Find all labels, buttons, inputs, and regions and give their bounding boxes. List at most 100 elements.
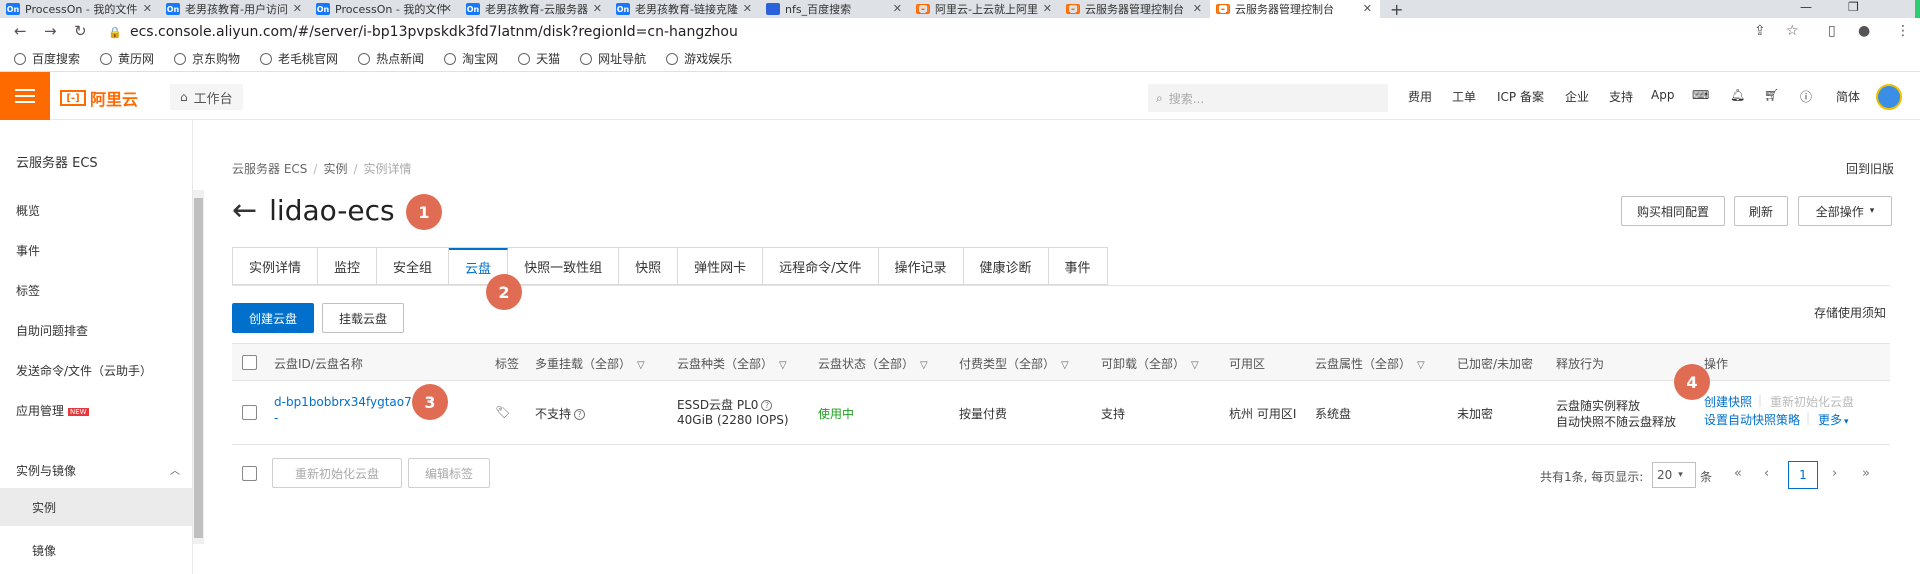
bookmark-star-icon[interactable]: ☆	[1786, 23, 1799, 39]
tab-snapshots[interactable]: 快照	[619, 248, 679, 284]
tab-health-diagnosis[interactable]: 健康诊断	[963, 248, 1049, 284]
disk-id-link[interactable]: d-bp1bobbrx34fygtao7d5	[274, 395, 427, 409]
bookmark-item[interactable]: 淘宝网	[444, 50, 498, 67]
tab-events[interactable]: 事件	[1048, 248, 1108, 284]
share-icon[interactable]: ⇪	[1754, 23, 1766, 39]
sidebar-item-overview[interactable]: 概览	[16, 202, 40, 219]
close-icon[interactable]: ✕	[1193, 2, 1202, 15]
filter-icon[interactable]: ▽	[1191, 360, 1199, 371]
sidebar-item-troubleshoot[interactable]: 自助问题排查	[16, 322, 88, 339]
cart-icon[interactable]: 🛒︎	[1764, 88, 1779, 102]
browser-tab[interactable]: [-] 云服务器管理控制台 ✕	[1060, 0, 1210, 18]
tab-snapshot-consistency-groups[interactable]: 快照一致性组	[508, 248, 620, 284]
restore-icon[interactable]: ❐	[1848, 0, 1859, 14]
nav-icp[interactable]: ICP 备案	[1497, 88, 1544, 105]
breadcrumb-instances[interactable]: 实例	[323, 162, 347, 176]
aliyun-logo[interactable]: [-] 阿里云	[60, 86, 138, 110]
reload-icon[interactable]: ↻	[74, 22, 87, 40]
hamburger-menu-icon[interactable]	[0, 72, 50, 120]
scrollbar-thumb[interactable]	[194, 198, 203, 538]
address-bar[interactable]: 🔒 ecs.console.aliyun.com/#/server/i-bp13…	[108, 21, 1762, 43]
terminal-icon[interactable]: ⌨	[1692, 88, 1709, 102]
buy-same-config-button[interactable]: 购买相同配置	[1621, 196, 1725, 226]
page-size-select[interactable]: 20 ▾	[1652, 462, 1696, 488]
col-multi-attach[interactable]: 多重挂载（全部） ▽	[535, 355, 645, 372]
close-icon[interactable]: ✕	[593, 2, 602, 15]
bookmark-item[interactable]: 京东购物	[174, 50, 240, 67]
sidebar-group-instances-images[interactable]: 实例与镜像 ︿	[16, 462, 180, 479]
browser-tab[interactable]: On 老男孩教育-云服务器 ✕	[460, 0, 610, 18]
tab-eni[interactable]: 弹性网卡	[678, 248, 764, 284]
breadcrumb-ecs[interactable]: 云服务器 ECS	[232, 162, 307, 176]
next-page-icon[interactable]: ›	[1832, 466, 1837, 481]
browser-tab-active[interactable]: [-] 云服务器管理控制台 ✕	[1210, 0, 1380, 18]
close-icon[interactable]: ✕	[143, 2, 152, 15]
bookmark-item[interactable]: 热点新闻	[358, 50, 424, 67]
minimize-icon[interactable]: —	[1800, 0, 1812, 14]
sidebar-item-events[interactable]: 事件	[16, 242, 40, 259]
sidebar-item-instances[interactable]: 实例	[0, 488, 192, 526]
auto-snapshot-policy-link[interactable]: 设置自动快照策略	[1704, 411, 1800, 428]
tab-monitoring[interactable]: 监控	[318, 248, 378, 284]
close-icon[interactable]: ✕	[293, 2, 302, 15]
profile-icon[interactable]: ●	[1858, 23, 1870, 39]
filter-icon[interactable]: ▽	[1061, 360, 1069, 371]
bookmark-item[interactable]: 网址导航	[580, 50, 646, 67]
col-detachable[interactable]: 可卸载（全部） ▽	[1101, 355, 1199, 372]
col-attribute[interactable]: 云盘属性（全部） ▽	[1315, 355, 1425, 372]
bookmark-item[interactable]: 黄历网	[100, 50, 154, 67]
col-disk-type[interactable]: 云盘种类（全部） ▽	[677, 355, 787, 372]
help-icon[interactable]: ?	[574, 409, 586, 420]
browser-tab[interactable]: On ProcessOn - 我的文件 ✕	[0, 0, 160, 18]
tab-remote-commands[interactable]: 远程命令/文件	[763, 248, 879, 284]
browser-tab[interactable]: On 老男孩教育-链接克隆 ✕	[610, 0, 760, 18]
tab-instance-details[interactable]: 实例详情	[233, 248, 319, 284]
avatar[interactable]	[1876, 84, 1902, 110]
nav-support[interactable]: 支持	[1609, 88, 1633, 105]
back-icon[interactable]: ←	[14, 22, 27, 40]
storage-notice-link[interactable]: 存储使用须知	[1814, 304, 1886, 321]
browser-tab[interactable]: nfs_百度搜索 ✕	[760, 0, 910, 18]
nav-fees[interactable]: 费用	[1408, 88, 1432, 105]
nav-tickets[interactable]: 工单	[1452, 88, 1476, 105]
bell-icon[interactable]: 🔔︎	[1730, 88, 1745, 102]
page-number-current[interactable]: 1	[1788, 461, 1818, 489]
menu-icon[interactable]: ⋮	[1896, 23, 1910, 39]
refresh-button[interactable]: 刷新	[1734, 196, 1788, 226]
select-all-checkbox[interactable]	[242, 355, 257, 370]
browser-tab[interactable]: On 老男孩教育-用户访问 ✕	[160, 0, 310, 18]
filter-icon[interactable]: ▽	[920, 360, 928, 371]
help-icon[interactable]: ⓘ	[1800, 88, 1812, 105]
bookmark-item[interactable]: 游戏娱乐	[666, 50, 732, 67]
create-snapshot-link[interactable]: 创建快照	[1704, 393, 1752, 410]
bookmark-item[interactable]: 天猫	[518, 50, 560, 67]
language-switch[interactable]: 简体	[1836, 88, 1860, 105]
col-disk-status[interactable]: 云盘状态（全部） ▽	[818, 355, 928, 372]
workbench-button[interactable]: ⌂ 工作台	[170, 84, 243, 110]
bookmark-item[interactable]: 老毛桃官网	[260, 50, 338, 67]
back-arrow-icon[interactable]: ←	[232, 193, 257, 228]
search-input[interactable]: ⌕ 搜索...	[1148, 84, 1388, 112]
more-actions-dropdown[interactable]: 更多 ▾	[1818, 411, 1849, 428]
back-to-old-version-link[interactable]: 回到旧版	[1846, 160, 1894, 177]
first-page-icon[interactable]: «	[1734, 466, 1742, 481]
row-checkbox[interactable]	[242, 405, 257, 420]
sidebar-item-app-management[interactable]: 应用管理 NEW	[16, 402, 89, 419]
sidebar-item-images[interactable]: 镜像	[16, 542, 56, 559]
new-tab-icon[interactable]: +	[1390, 0, 1403, 18]
last-page-icon[interactable]: »	[1862, 466, 1870, 481]
close-icon[interactable]: ✕	[1043, 2, 1052, 15]
col-billing[interactable]: 付费类型（全部） ▽	[959, 355, 1069, 372]
tab-operation-logs[interactable]: 操作记录	[878, 248, 964, 284]
tag-icon[interactable]: 🏷︎	[495, 405, 510, 419]
filter-icon[interactable]: ▽	[779, 360, 787, 371]
close-icon[interactable]: ✕	[443, 2, 452, 15]
close-icon[interactable]: ✕	[743, 2, 752, 15]
attach-disk-button[interactable]: 挂载云盘	[322, 303, 404, 333]
close-icon[interactable]: ✕	[893, 2, 902, 15]
filter-icon[interactable]: ▽	[1417, 360, 1425, 371]
nav-app[interactable]: App	[1651, 88, 1674, 102]
tab-security-groups[interactable]: 安全组	[377, 248, 450, 284]
close-icon[interactable]: ✕	[1363, 2, 1372, 15]
nav-enterprise[interactable]: 企业	[1565, 88, 1589, 105]
